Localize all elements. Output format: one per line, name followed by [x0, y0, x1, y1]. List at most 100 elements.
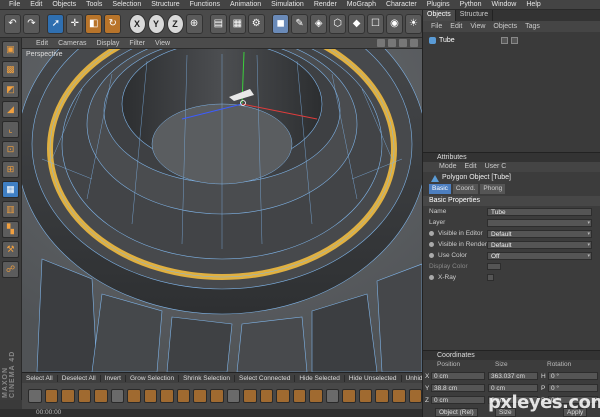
menu-window[interactable]: Window	[486, 1, 521, 8]
select-connected-button[interactable]: Select Connected	[235, 374, 296, 382]
viewport-menu-display[interactable]: Display	[96, 40, 119, 47]
array-icon[interactable]: ⬡	[329, 13, 347, 34]
pan-icon[interactable]	[377, 39, 385, 47]
phong-tag-icon[interactable]	[510, 36, 518, 44]
matrix-extrude-icon[interactable]	[375, 389, 390, 403]
stitch-icon[interactable]	[342, 389, 356, 403]
menu-edit[interactable]: Edit	[25, 1, 47, 8]
timeline-bar[interactable]: 00:00:00	[0, 409, 422, 417]
scale-tool-icon[interactable]: ◧	[85, 13, 103, 34]
axis-x-icon[interactable]: X	[128, 13, 146, 34]
menu-python[interactable]: Python	[455, 1, 487, 8]
menu-help[interactable]: Help	[521, 1, 545, 8]
scene-icon[interactable]: ☐	[367, 13, 385, 34]
bridge-icon[interactable]	[94, 389, 108, 403]
mirror-icon[interactable]	[193, 389, 208, 403]
enable-axis-icon[interactable]: ▚	[2, 221, 19, 238]
perspective-viewport[interactable]: Perspective	[22, 49, 422, 372]
uv-mode-icon[interactable]: ▥	[2, 201, 19, 218]
menu-objects[interactable]: Objects	[47, 1, 81, 8]
snap-icon[interactable]: ☍	[2, 261, 19, 278]
object-axis-icon[interactable]: ⌞	[2, 121, 19, 138]
render-settings-icon[interactable]: ⚙	[247, 13, 265, 34]
objmenu-file[interactable]: File	[431, 23, 442, 30]
extrude-icon[interactable]	[28, 389, 42, 403]
melt-icon[interactable]	[176, 389, 191, 403]
spline-icon[interactable]: ✎	[291, 13, 309, 34]
menu-structure[interactable]: Structure	[146, 1, 184, 8]
deselect-all-button[interactable]: Deselect All	[58, 374, 101, 382]
tab-coord[interactable]: Coord.	[452, 184, 479, 194]
dissolve-icon[interactable]	[160, 389, 174, 403]
size-x-field[interactable]: 363.037 cm	[488, 372, 538, 380]
coordinate-system-icon[interactable]: ⊕	[185, 13, 203, 34]
rotation-p-field[interactable]: 0 °	[548, 384, 598, 392]
maximize-icon[interactable]	[410, 39, 418, 47]
rotate-tool-icon[interactable]: ↻	[104, 13, 122, 34]
triangulate-icon[interactable]	[259, 389, 274, 403]
objmenu-edit[interactable]: Edit	[450, 23, 462, 30]
redo-icon[interactable]: ↷	[22, 13, 40, 34]
object-row-tube[interactable]: Tube	[429, 35, 594, 45]
objmenu-objects[interactable]: Objects	[493, 23, 517, 30]
visible-editor-select[interactable]: Default ▾	[487, 229, 592, 238]
edge-mode-icon[interactable]: ⊞	[2, 161, 19, 178]
menu-functions[interactable]: Functions	[185, 1, 225, 8]
viewport-menu-filter[interactable]: Filter	[129, 40, 145, 47]
render-picture-viewer-icon[interactable]: ▦	[228, 13, 246, 34]
invert-button[interactable]: Invert	[101, 374, 126, 382]
rotation-h-field[interactable]: 0 °	[548, 372, 598, 380]
menu-file[interactable]: File	[4, 1, 25, 8]
visible-renderer-select[interactable]: Default ▾	[487, 240, 592, 249]
camera-icon[interactable]: ◉	[386, 13, 403, 34]
cube-primitive-icon[interactable]: ◼	[272, 13, 290, 34]
deformer-icon[interactable]: ◆	[348, 13, 366, 34]
set-point-value-icon[interactable]	[358, 389, 373, 403]
model-mode-icon[interactable]: ◢	[2, 101, 19, 118]
menu-selection[interactable]: Selection	[107, 1, 146, 8]
smooth-shift-icon[interactable]	[325, 389, 340, 403]
render-view-icon[interactable]: ▤	[209, 13, 227, 34]
normal-scale-icon[interactable]	[408, 389, 423, 403]
menu-render[interactable]: Render	[309, 1, 342, 8]
workplane-icon[interactable]: ◩	[2, 81, 19, 98]
size-y-field[interactable]: 0 cm	[488, 384, 538, 392]
bevel-icon[interactable]	[44, 389, 59, 403]
display-color-swatch[interactable]	[487, 263, 501, 270]
hide-unselected-button[interactable]: Hide Unselected	[345, 374, 402, 382]
menu-plugins[interactable]: Plugins	[422, 1, 455, 8]
inner-extrude-icon[interactable]	[61, 389, 75, 403]
position-y-field[interactable]: 38.8 cm	[431, 384, 485, 392]
object-rel-select[interactable]: Object (Rel)	[435, 408, 478, 417]
normal-move-icon[interactable]	[392, 389, 406, 403]
attr-menu-userdata[interactable]: User C	[485, 162, 507, 172]
viewport-menu-edit[interactable]: Edit	[36, 40, 48, 47]
use-color-select[interactable]: Off ▾	[487, 251, 592, 260]
axis-y-icon[interactable]: Y	[147, 13, 165, 34]
shrink-selection-button[interactable]: Shrink Selection	[179, 374, 236, 382]
optimize-icon[interactable]	[210, 389, 224, 403]
slide-icon[interactable]	[309, 389, 323, 403]
objmenu-view[interactable]: View	[470, 23, 485, 30]
menu-mograph[interactable]: MoGraph	[342, 1, 381, 8]
position-z-field[interactable]: 0 cm	[431, 396, 485, 404]
tab-objects[interactable]: Objects	[423, 10, 456, 21]
menu-simulation[interactable]: Simulation	[266, 1, 309, 8]
attr-menu-mode[interactable]: Mode	[439, 162, 457, 172]
xray-checkbox[interactable]	[487, 274, 494, 281]
layer-field[interactable]: ▾	[487, 218, 592, 227]
position-x-field[interactable]: 0 cm	[431, 372, 485, 380]
magnet-icon[interactable]	[292, 389, 307, 403]
objmenu-tags[interactable]: Tags	[525, 23, 540, 30]
undo-icon[interactable]: ↶	[4, 13, 21, 34]
menu-animation[interactable]: Animation	[225, 1, 266, 8]
subdivide-icon[interactable]	[243, 389, 257, 403]
tab-phong[interactable]: Phong	[480, 184, 506, 194]
point-mode-icon[interactable]: ⊡	[2, 141, 19, 158]
make-editable-icon[interactable]: ▣	[2, 41, 19, 58]
brush-icon[interactable]	[110, 389, 125, 403]
attr-menu-edit[interactable]: Edit	[465, 162, 477, 172]
split-icon[interactable]	[226, 389, 241, 403]
menu-tools[interactable]: Tools	[81, 1, 107, 8]
connect-icon[interactable]	[143, 389, 158, 403]
